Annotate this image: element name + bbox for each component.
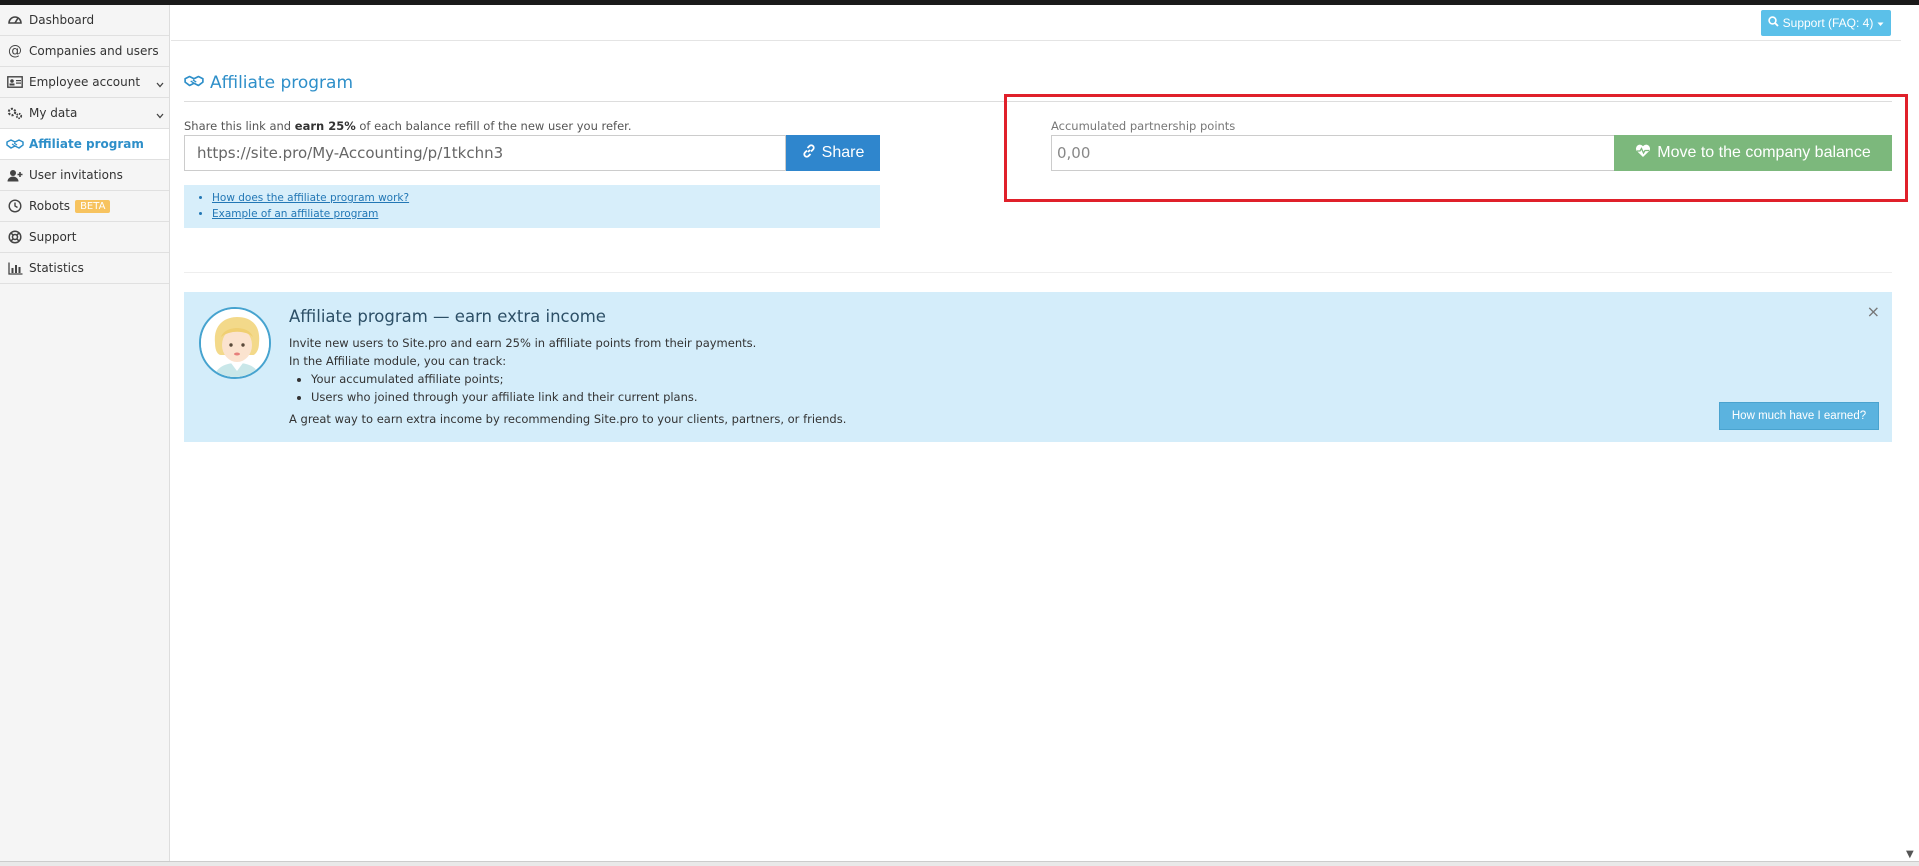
gears-icon bbox=[6, 106, 24, 120]
banner-line-1: Invite new users to Site.pro and earn 25… bbox=[289, 336, 757, 350]
dashboard-icon bbox=[6, 13, 24, 27]
link-icon bbox=[802, 143, 816, 163]
bar-chart-icon bbox=[6, 261, 24, 275]
header-divider bbox=[171, 40, 1901, 41]
list-item: How does the affiliate program work? bbox=[212, 190, 880, 206]
at-icon: @ bbox=[8, 43, 22, 59]
heart-pulse-icon bbox=[1635, 144, 1651, 163]
sidebar-item-user-invitations[interactable]: User invitations bbox=[0, 160, 169, 191]
share-hint: Share this link and earn 25% of each bal… bbox=[184, 119, 632, 133]
sidebar-item-label: Companies and users bbox=[29, 44, 159, 58]
points-label: Accumulated partnership points bbox=[1051, 119, 1236, 133]
share-hint-bold: earn 25% bbox=[294, 119, 356, 133]
sidebar-item-label: Robots bbox=[29, 199, 71, 213]
how-much-earned-button[interactable]: How much have I earned? bbox=[1719, 402, 1879, 430]
sidebar-item-support[interactable]: Support bbox=[0, 222, 169, 253]
handshake-icon bbox=[6, 137, 24, 151]
sidebar-item-affiliate-program[interactable]: Affiliate program bbox=[0, 129, 169, 160]
chevron-down-icon bbox=[156, 108, 164, 122]
page-title: Affiliate program bbox=[184, 73, 353, 93]
list-item: Users who joined through your affiliate … bbox=[311, 388, 756, 406]
section-divider bbox=[184, 272, 1892, 273]
banner-footer: A great way to earn extra income by reco… bbox=[289, 412, 847, 426]
lifebuoy-icon bbox=[6, 230, 24, 244]
share-hint-suffix: of each balance refill of the new user y… bbox=[355, 119, 632, 133]
sidebar-item-employee-account[interactable]: Employee account bbox=[0, 67, 169, 98]
affiliate-link-input[interactable] bbox=[184, 135, 786, 171]
sidebar-item-dashboard[interactable]: Dashboard bbox=[0, 5, 169, 36]
sidebar-item-label: Employee account bbox=[29, 75, 141, 89]
search-icon bbox=[1767, 16, 1779, 30]
banner-text: Invite new users to Site.pro and earn 25… bbox=[289, 334, 756, 406]
sidebar-item-label: Affiliate program bbox=[29, 137, 144, 151]
move-button-label: Move to the company balance bbox=[1657, 144, 1871, 161]
user-plus-icon bbox=[6, 168, 24, 182]
share-hint-prefix: Share this link and bbox=[184, 119, 295, 133]
avatar bbox=[199, 307, 271, 379]
sidebar-item-statistics[interactable]: Statistics bbox=[0, 253, 169, 284]
sidebar-item-label: Support bbox=[29, 230, 77, 244]
beta-badge: BETA bbox=[75, 199, 111, 213]
handshake-icon bbox=[184, 73, 204, 93]
page-title-text: Affiliate program bbox=[210, 73, 354, 93]
help-links-box: How does the affiliate program work? Exa… bbox=[184, 185, 880, 228]
how-affiliate-works-link[interactable]: How does the affiliate program work? bbox=[212, 192, 409, 204]
sidebar-item-robots[interactable]: Robots BETA bbox=[0, 191, 169, 222]
horizontal-scrollbar[interactable] bbox=[0, 861, 1919, 866]
affiliate-info-banner: Affiliate program — earn extra income In… bbox=[184, 292, 1892, 442]
sidebar-item-companies[interactable]: @ Companies and users bbox=[0, 36, 169, 67]
id-card-icon bbox=[6, 75, 24, 89]
list-item: Example of an affiliate program bbox=[212, 206, 880, 222]
sidebar: Dashboard @ Companies and users Employee… bbox=[0, 5, 170, 861]
affiliate-example-link[interactable]: Example of an affiliate program bbox=[212, 208, 378, 220]
sidebar-item-my-data[interactable]: My data bbox=[0, 98, 169, 129]
banner-line-2: In the Affiliate module, you can track: bbox=[289, 354, 507, 368]
scroll-down-arrow-icon[interactable]: ▼ bbox=[1906, 849, 1914, 860]
sidebar-item-label: My data bbox=[29, 106, 78, 120]
points-input[interactable] bbox=[1051, 135, 1615, 171]
share-button-label: Share bbox=[821, 144, 865, 161]
sidebar-item-label: Dashboard bbox=[29, 13, 95, 27]
support-faq-label: Support (FAQ: 4) bbox=[1782, 16, 1874, 30]
chevron-down-icon bbox=[156, 77, 164, 91]
support-faq-button[interactable]: Support (FAQ: 4) bbox=[1761, 10, 1891, 36]
sidebar-item-label: Statistics bbox=[29, 261, 84, 275]
close-icon[interactable]: × bbox=[1867, 302, 1880, 321]
clock-icon bbox=[6, 199, 24, 213]
sidebar-item-label: User invitations bbox=[29, 168, 123, 182]
banner-title: Affiliate program — earn extra income bbox=[289, 307, 606, 326]
share-button[interactable]: Share bbox=[786, 135, 880, 171]
list-item: Your accumulated affiliate points; bbox=[311, 370, 756, 388]
caret-down-icon bbox=[1877, 16, 1884, 30]
move-to-balance-button[interactable]: Move to the company balance bbox=[1614, 135, 1892, 171]
window-top-bar bbox=[0, 0, 1919, 5]
